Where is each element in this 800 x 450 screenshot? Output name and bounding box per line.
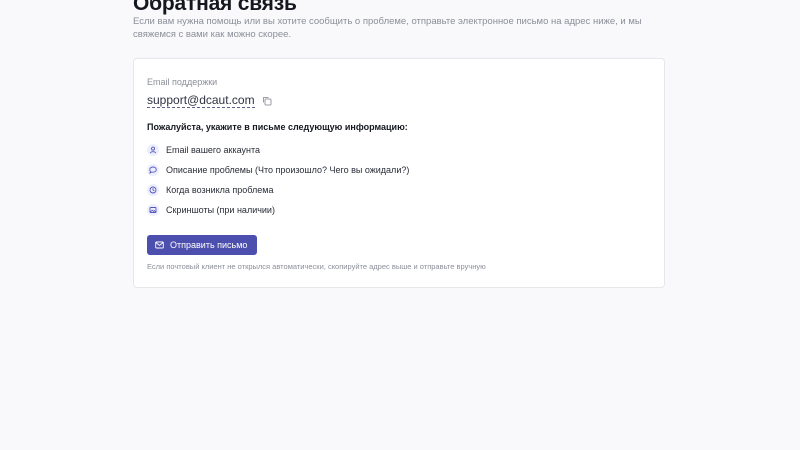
mail-icon bbox=[155, 241, 164, 249]
list-item-label: Когда возникла проблема bbox=[166, 184, 274, 195]
send-email-button-label: Отправить письмо bbox=[170, 240, 248, 250]
manual-send-hint: Если почтовый клиент не открылся автомат… bbox=[147, 262, 486, 271]
list-item: Описание проблемы (Что произошло? Чего в… bbox=[147, 160, 409, 180]
page-title: Обратная связь bbox=[133, 0, 297, 15]
list-item-label: Описание проблемы (Что произошло? Чего в… bbox=[166, 164, 410, 175]
list-item-label: Email вашего аккаунта bbox=[166, 144, 260, 155]
send-email-button[interactable]: Отправить письмо bbox=[147, 235, 258, 255]
list-item-label: Скриншоты (при наличии) bbox=[166, 204, 275, 215]
info-list: Email вашего аккаунта Описание проблемы … bbox=[147, 140, 409, 220]
copy-icon[interactable] bbox=[262, 96, 272, 106]
list-item: Email вашего аккаунта bbox=[147, 140, 409, 160]
support-email-label: Email поддержки bbox=[147, 77, 218, 87]
clock-icon bbox=[147, 184, 159, 196]
support-card: Email поддержки support@dcaut.com Пожалу… bbox=[133, 58, 665, 288]
image-icon bbox=[147, 204, 159, 216]
feedback-page: Обратная связь Если вам нужна помощь или… bbox=[0, 0, 800, 450]
support-email-row: support@dcaut.com bbox=[147, 93, 272, 109]
support-email-link[interactable]: support@dcaut.com bbox=[147, 94, 255, 108]
user-icon bbox=[147, 144, 159, 156]
info-heading: Пожалуйста, укажите в письме следующую и… bbox=[147, 122, 408, 132]
list-item: Скриншоты (при наличии) bbox=[147, 200, 409, 220]
list-item: Когда возникла проблема bbox=[147, 180, 409, 200]
message-bubble-icon bbox=[147, 164, 159, 176]
page-subtitle: Если вам нужна помощь или вы хотите сооб… bbox=[133, 16, 642, 40]
